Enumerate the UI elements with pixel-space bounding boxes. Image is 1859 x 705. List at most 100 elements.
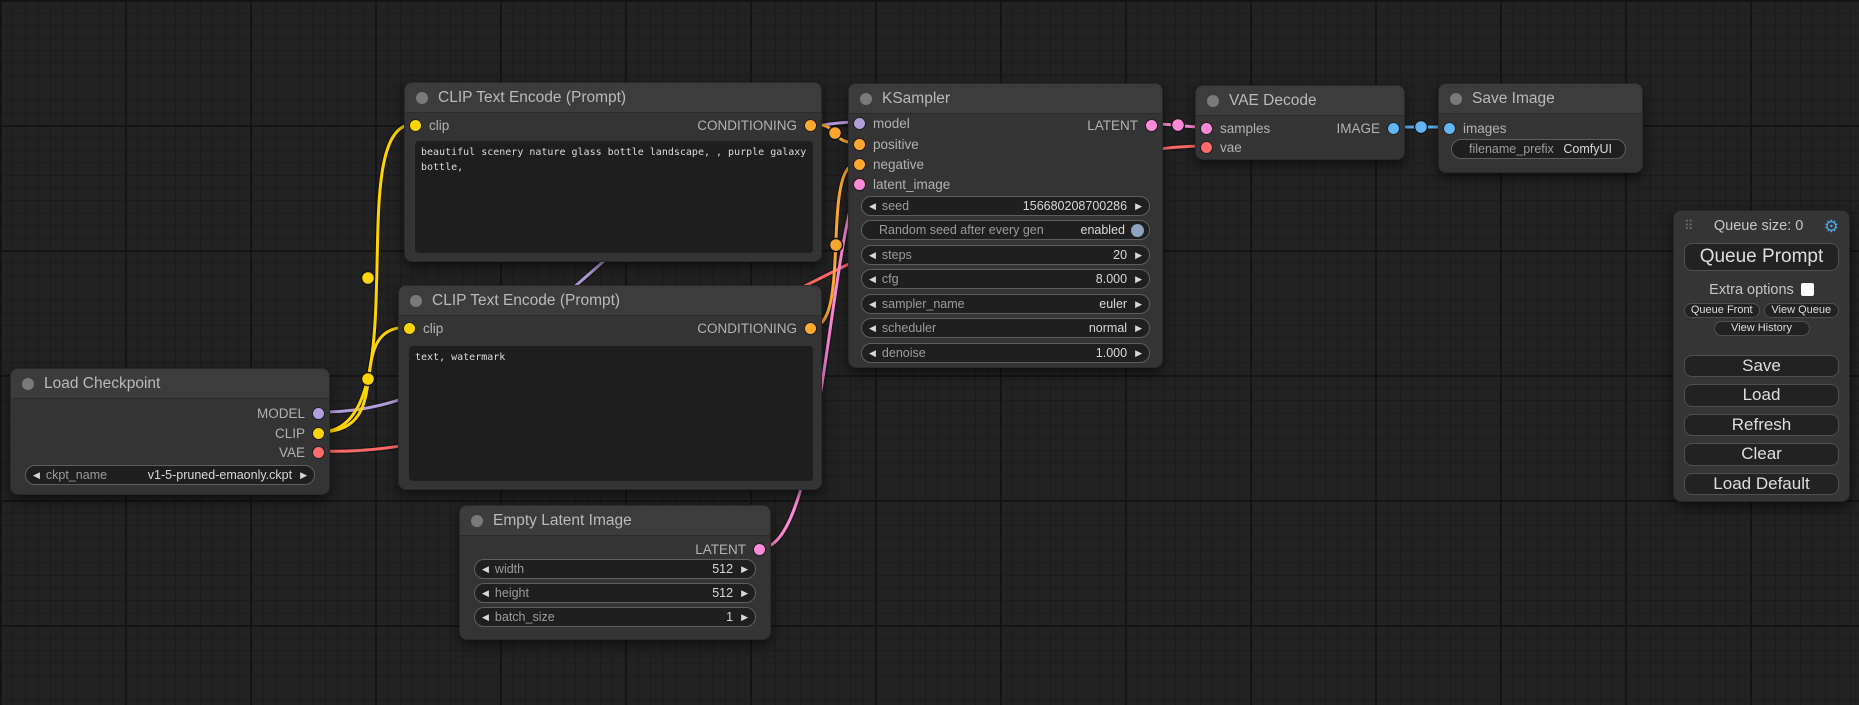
model-input-dot[interactable]	[854, 118, 865, 129]
latent-output-dot[interactable]	[754, 544, 765, 555]
decrement-arrow-icon[interactable]: ◀	[869, 349, 876, 358]
images-input-dot[interactable]	[1444, 123, 1455, 134]
widget-label: batch_size	[495, 610, 555, 624]
increment-arrow-icon[interactable]: ▶	[741, 613, 748, 622]
decrement-arrow-icon[interactable]: ◀	[482, 613, 489, 622]
drag-handle-icon[interactable]: ⠿	[1684, 218, 1694, 234]
toggle-circle-icon[interactable]	[1131, 224, 1144, 237]
latent-output-dot[interactable]	[1146, 120, 1157, 131]
random-seed-toggle-widget[interactable]: Random seed after every gen enabled	[861, 220, 1150, 240]
extra-options-checkbox[interactable]	[1801, 283, 1814, 296]
conditioning-output-dot[interactable]	[805, 323, 816, 334]
increment-arrow-icon[interactable]: ▶	[1135, 300, 1142, 309]
decrement-arrow-icon[interactable]: ◀	[869, 251, 876, 260]
queue-front-button[interactable]: Queue Front	[1684, 303, 1760, 318]
collapse-dot-icon[interactable]	[1450, 93, 1462, 105]
node-title-bar[interactable]: KSampler	[849, 84, 1162, 114]
filename-prefix-widget[interactable]: filename_prefix ComfyUI	[1451, 139, 1626, 159]
collapse-dot-icon[interactable]	[471, 515, 483, 527]
increment-arrow-icon[interactable]: ▶	[1135, 275, 1142, 284]
increment-arrow-icon[interactable]: ▶	[300, 471, 307, 480]
decrement-arrow-icon[interactable]: ◀	[482, 589, 489, 598]
node-title-bar[interactable]: CLIP Text Encode (Prompt)	[399, 286, 821, 316]
queue-prompt-button[interactable]: Queue Prompt	[1684, 243, 1839, 271]
node-clip-text-encode-negative[interactable]: CLIP Text Encode (Prompt) clip CONDITION…	[398, 285, 822, 490]
decrement-arrow-icon[interactable]: ◀	[33, 471, 40, 480]
cfg-widget[interactable]: ◀ cfg 8.000 ▶	[861, 269, 1150, 289]
vae-input-dot[interactable]	[1201, 142, 1212, 153]
link-midpoint-dot[interactable]	[1415, 121, 1428, 134]
vae-output-dot[interactable]	[313, 447, 324, 458]
seed-widget[interactable]: ◀ seed 156680208700286 ▶	[861, 196, 1150, 216]
node-ksampler[interactable]: KSampler model LATENT positive negative …	[848, 83, 1163, 368]
steps-widget[interactable]: ◀ steps 20 ▶	[861, 245, 1150, 265]
width-widget[interactable]: ◀ width 512 ▶	[474, 559, 756, 579]
clip-input-dot[interactable]	[410, 120, 421, 131]
load-button[interactable]: Load	[1684, 384, 1839, 406]
link-midpoint-dot[interactable]	[362, 373, 375, 386]
increment-arrow-icon[interactable]: ▶	[741, 589, 748, 598]
link-midpoint-dot[interactable]	[362, 272, 375, 285]
positive-prompt-textarea[interactable]: beautiful scenery nature glass bottle la…	[415, 141, 813, 253]
link-midpoint-dot[interactable]	[830, 239, 843, 252]
node-title-bar[interactable]: VAE Decode	[1196, 86, 1404, 116]
decrement-arrow-icon[interactable]: ◀	[869, 324, 876, 333]
node-title-bar[interactable]: Save Image	[1439, 84, 1642, 114]
node-vae-decode[interactable]: VAE Decode samples IMAGE vae	[1195, 85, 1405, 160]
positive-input-dot[interactable]	[854, 139, 865, 150]
latent-image-input-dot[interactable]	[854, 179, 865, 190]
output-slot-image: IMAGE	[1336, 119, 1399, 137]
denoise-widget[interactable]: ◀ denoise 1.000 ▶	[861, 343, 1150, 363]
link-midpoint-dot[interactable]	[1172, 119, 1185, 132]
scheduler-widget[interactable]: ◀ scheduler normal ▶	[861, 318, 1150, 338]
link-midpoint-dot[interactable]	[829, 127, 842, 140]
decrement-arrow-icon[interactable]: ◀	[869, 202, 876, 211]
negative-input-dot[interactable]	[854, 159, 865, 170]
node-title-bar[interactable]: Empty Latent Image	[460, 506, 770, 536]
image-output-dot[interactable]	[1388, 123, 1399, 134]
save-button[interactable]: Save	[1684, 355, 1839, 377]
conditioning-output-dot[interactable]	[805, 120, 816, 131]
node-save-image[interactable]: Save Image images filename_prefix ComfyU…	[1438, 83, 1643, 173]
collapse-dot-icon[interactable]	[860, 93, 872, 105]
decrement-arrow-icon[interactable]: ◀	[869, 275, 876, 284]
slot-label: MODEL	[257, 406, 305, 421]
increment-arrow-icon[interactable]: ▶	[1135, 251, 1142, 260]
node-title-bar[interactable]: Load Checkpoint	[11, 369, 329, 399]
node-load-checkpoint[interactable]: Load Checkpoint MODEL CLIP VAE ◀ ckpt_na…	[10, 368, 330, 495]
decrement-arrow-icon[interactable]: ◀	[869, 300, 876, 309]
node-empty-latent-image[interactable]: Empty Latent Image LATENT ◀ width 512 ▶ …	[459, 505, 771, 640]
output-slot-conditioning: CONDITIONING	[697, 319, 816, 337]
increment-arrow-icon[interactable]: ▶	[1135, 324, 1142, 333]
batch-size-widget[interactable]: ◀ batch_size 1 ▶	[474, 607, 756, 627]
node-title-bar[interactable]: CLIP Text Encode (Prompt)	[405, 83, 821, 113]
widget-label: width	[495, 562, 524, 576]
settings-gear-icon[interactable]: ⚙	[1824, 218, 1839, 235]
node-title: Save Image	[1472, 90, 1555, 108]
widget-value: euler	[1099, 297, 1127, 311]
ckpt-name-widget[interactable]: ◀ ckpt_name v1-5-pruned-emaonly.ckpt ▶	[25, 465, 315, 485]
negative-prompt-textarea[interactable]: text, watermark	[409, 346, 813, 481]
view-history-button[interactable]: View History	[1714, 321, 1810, 336]
refresh-button[interactable]: Refresh	[1684, 414, 1839, 436]
collapse-dot-icon[interactable]	[22, 378, 34, 390]
collapse-dot-icon[interactable]	[1207, 95, 1219, 107]
height-widget[interactable]: ◀ height 512 ▶	[474, 583, 756, 603]
node-clip-text-encode-positive[interactable]: CLIP Text Encode (Prompt) clip CONDITION…	[404, 82, 822, 262]
increment-arrow-icon[interactable]: ▶	[1135, 202, 1142, 211]
collapse-dot-icon[interactable]	[416, 92, 428, 104]
clip-input-dot[interactable]	[404, 323, 415, 334]
view-queue-button[interactable]: View Queue	[1764, 303, 1840, 318]
samples-input-dot[interactable]	[1201, 123, 1212, 134]
increment-arrow-icon[interactable]: ▶	[741, 565, 748, 574]
load-default-button[interactable]: Load Default	[1684, 473, 1839, 495]
collapse-dot-icon[interactable]	[410, 295, 422, 307]
increment-arrow-icon[interactable]: ▶	[1135, 349, 1142, 358]
model-output-dot[interactable]	[313, 408, 324, 419]
sampler-name-widget[interactable]: ◀ sampler_name euler ▶	[861, 294, 1150, 314]
node-graph-canvas[interactable]: Load Checkpoint MODEL CLIP VAE ◀ ckpt_na…	[0, 0, 1859, 705]
slot-label: VAE	[279, 445, 305, 460]
clear-button[interactable]: Clear	[1684, 443, 1839, 465]
clip-output-dot[interactable]	[313, 428, 324, 439]
decrement-arrow-icon[interactable]: ◀	[482, 565, 489, 574]
